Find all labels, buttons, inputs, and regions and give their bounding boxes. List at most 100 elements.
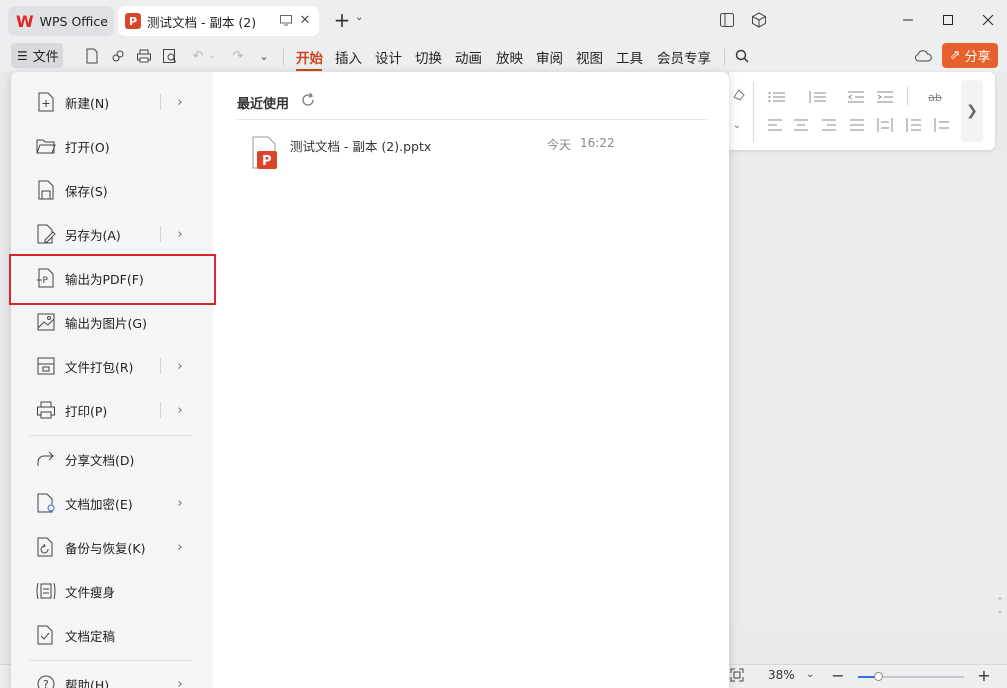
chevron-down-icon[interactable]: ⌄	[806, 669, 814, 680]
print-icon[interactable]	[135, 47, 153, 65]
print-preview-icon[interactable]	[161, 47, 179, 65]
minimize-button[interactable]	[896, 8, 920, 32]
search-icon[interactable]	[733, 47, 751, 65]
menu-item-encrypt[interactable]: 文档加密(E) ›	[11, 483, 213, 523]
tab-label: WPS Office	[39, 13, 108, 29]
tab-member[interactable]: 会员专享	[657, 47, 711, 67]
tab-document[interactable]: P 测试文档 - 副本 (2) ✕	[118, 6, 319, 36]
chevron-right-icon[interactable]: ›	[174, 359, 186, 374]
menu-item-label: 文档加密(E)	[65, 496, 133, 512]
menu-item-export-image[interactable]: 输出为图片(G)	[11, 302, 213, 342]
zoom-level[interactable]: 38%	[768, 668, 795, 682]
menu-item-share-doc[interactable]: 分享文档(D)	[11, 439, 213, 479]
menu-item-slim[interactable]: 文件瘦身	[11, 571, 213, 611]
divider	[237, 119, 707, 120]
chevron-right-icon[interactable]: ›	[174, 540, 186, 555]
menu-item-finalize[interactable]: 文档定稿	[11, 615, 213, 655]
close-tab-icon[interactable]: ✕	[297, 12, 313, 28]
decrease-indent-icon[interactable]	[846, 88, 866, 106]
pptx-file-icon: P	[251, 136, 279, 170]
align-center-icon[interactable]	[791, 116, 811, 134]
tab-insert[interactable]: 插入	[335, 47, 362, 67]
file-menu-label: 文件	[32, 50, 59, 65]
tab-transition[interactable]: 切换	[415, 47, 442, 67]
line-spacing-icon[interactable]	[903, 116, 923, 134]
maximize-button[interactable]	[936, 8, 960, 32]
menu-item-help[interactable]: ? 帮助(H) ›	[11, 664, 213, 688]
menu-item-label: 另存为(A)	[65, 227, 121, 243]
menu-item-print[interactable]: 打印(P) ›	[11, 390, 213, 430]
refresh-icon[interactable]	[300, 92, 316, 108]
menu-item-new[interactable]: 新建(N) ›	[11, 82, 213, 122]
tab-animation[interactable]: 动画	[455, 47, 482, 67]
tab-view[interactable]: 视图	[576, 47, 603, 67]
menu-item-backup[interactable]: 备份与恢复(K) ›	[11, 527, 213, 567]
divider	[907, 86, 908, 106]
justify-icon[interactable]	[847, 116, 867, 134]
tab-slideshow[interactable]: 放映	[496, 47, 523, 67]
close-window-button[interactable]	[976, 8, 1000, 32]
share-button[interactable]: ⇗ 分享	[942, 43, 998, 68]
chevron-right-icon[interactable]: ›	[174, 403, 186, 418]
recent-file-row[interactable]: P 测试文档 - 副本 (2).pptx 今天 16:22	[243, 132, 663, 172]
chevron-right-icon[interactable]: ›	[174, 496, 186, 511]
tab-design[interactable]: 设计	[375, 47, 402, 67]
bullet-list-icon[interactable]	[767, 88, 787, 106]
slim-icon	[35, 580, 57, 602]
align-right-icon[interactable]	[819, 116, 839, 134]
divider	[160, 358, 161, 374]
page-scroll-icon[interactable]: ⌃ ⌄	[994, 598, 1006, 628]
new-tab-button[interactable]: +	[331, 8, 353, 32]
hamburger-icon: ☰	[17, 48, 28, 63]
eraser-icon[interactable]	[729, 86, 749, 104]
distribute-icon[interactable]	[875, 116, 895, 134]
new-file-icon	[35, 91, 57, 113]
zoom-out-button[interactable]: −	[830, 666, 846, 685]
increase-indent-icon[interactable]	[875, 88, 895, 106]
menu-item-save[interactable]: 保存(S)	[11, 170, 213, 210]
cube-icon[interactable]	[749, 10, 769, 30]
menu-item-label: 帮助(H)	[65, 677, 110, 688]
print-icon	[35, 399, 57, 421]
menu-item-label: 文件打包(R)	[65, 359, 134, 375]
chevron-right-icon[interactable]: ›	[174, 95, 186, 110]
recent-file-time: 16:22	[580, 136, 615, 150]
tab-home[interactable]: 开始	[296, 47, 323, 67]
finalize-icon	[35, 624, 57, 646]
fit-window-icon[interactable]	[730, 668, 746, 684]
tab-review[interactable]: 审阅	[536, 47, 563, 67]
ribbon-scroll-right-button[interactable]: ❯	[961, 80, 983, 142]
divider	[724, 49, 725, 65]
file-menu-button[interactable]: ☰ 文件	[11, 43, 63, 68]
link-icon[interactable]	[109, 47, 127, 65]
menu-item-export-pdf[interactable]: P 输出为PDF(F)	[11, 258, 213, 298]
more-chevron-icon[interactable]: ⌄	[255, 47, 273, 65]
chevron-down-icon[interactable]: ⌄	[727, 116, 747, 134]
cloud-icon[interactable]	[913, 46, 933, 66]
tab-tools[interactable]: 工具	[616, 47, 643, 67]
svg-text:P: P	[262, 154, 272, 169]
chevron-down-icon[interactable]: ⌄	[355, 12, 367, 28]
zoom-slider-handle[interactable]	[874, 672, 883, 681]
zoom-in-button[interactable]: +	[976, 666, 992, 685]
menu-item-save-as[interactable]: 另存为(A) ›	[11, 214, 213, 254]
menu-item-package[interactable]: 文件打包(R) ›	[11, 346, 213, 386]
menu-item-label: 分享文档(D)	[65, 452, 135, 468]
align-left-icon[interactable]	[765, 116, 785, 134]
redo-icon[interactable]: ↷	[229, 47, 247, 65]
document-icon[interactable]	[83, 47, 101, 65]
chevron-right-icon[interactable]: ›	[174, 677, 186, 688]
numbered-list-icon[interactable]	[808, 88, 828, 106]
layout-icon[interactable]	[717, 10, 737, 30]
text-effect-icon[interactable]: ab	[923, 88, 947, 106]
menu-item-label: 备份与恢复(K)	[65, 540, 146, 556]
ppt-icon: P	[125, 13, 141, 29]
share-label: 分享	[964, 50, 991, 65]
chevron-down-icon[interactable]: ⌄	[203, 47, 221, 65]
menu-item-open[interactable]: 打开(O)	[11, 126, 213, 166]
share-doc-icon	[35, 448, 57, 470]
chevron-right-icon[interactable]: ›	[174, 227, 186, 242]
tab-wps-home[interactable]: W WPS Office	[8, 6, 114, 36]
monitor-icon[interactable]	[279, 13, 293, 27]
paragraph-spacing-icon[interactable]	[931, 116, 951, 134]
